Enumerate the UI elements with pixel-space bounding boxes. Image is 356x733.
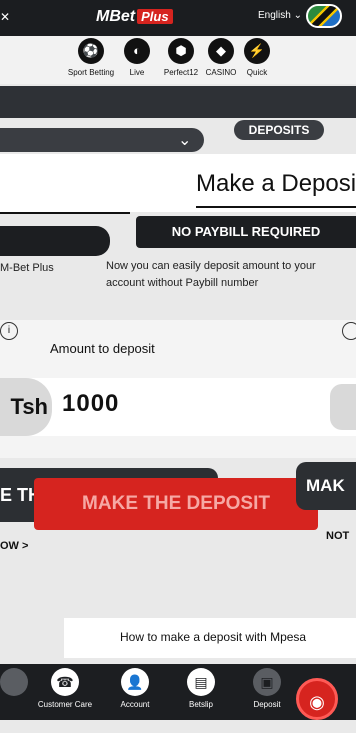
deposit-method-dropdown[interactable] — [0, 128, 204, 152]
info-icon[interactable] — [342, 322, 356, 340]
language-label: English — [258, 10, 291, 21]
bottom-nav-label: Deposit — [253, 700, 281, 709]
section-bar — [0, 86, 356, 118]
bottom-nav-label: Customer Care — [37, 700, 93, 709]
bottom-nav-label: Account — [120, 700, 150, 709]
close-icon[interactable]: ✕ — [0, 10, 14, 24]
no-paybill-banner: NO PAYBILL REQUIRED — [136, 216, 356, 248]
chevron-down-icon[interactable]: ⌄ — [178, 130, 191, 150]
logo-text: MBet — [96, 8, 136, 25]
amount-field[interactable] — [0, 378, 356, 436]
page-title: Make a Deposit — [196, 170, 356, 197]
bottom-nav-betslip[interactable]: ▤ Betslip — [180, 668, 222, 709]
nav-label: Quick — [246, 68, 268, 77]
flag-icon[interactable] — [306, 4, 342, 28]
amount-field-edge — [330, 384, 356, 430]
category-nav: ⚽ Sport Betting ◐ Live ⬢ Perfect12 ◆ CAS… — [0, 36, 356, 84]
ball-icon: ⚽ — [78, 38, 104, 64]
bottom-nav-label: Betslip — [188, 700, 213, 709]
howto-link[interactable]: How to make a deposit with Mpesa — [120, 630, 306, 644]
amount-label: Amount to deposit — [50, 341, 155, 356]
bottom-strip — [0, 720, 356, 733]
ghost-icon — [0, 668, 28, 696]
currency-badge: Tsh — [0, 378, 52, 436]
logo[interactable]: MBet Plus — [96, 8, 173, 32]
user-icon: 👤 — [121, 668, 149, 696]
bottom-nav-ghost — [0, 668, 28, 696]
divider — [196, 206, 356, 208]
deposit-description: Now you can easily deposit amount to you… — [106, 260, 316, 289]
deposit-button-ghost-right[interactable]: MAK — [296, 462, 356, 510]
make-deposit-button[interactable]: MAKE THE DEPOSIT — [34, 478, 318, 530]
divider — [0, 212, 130, 214]
headset-icon: ☎ — [51, 668, 79, 696]
floating-action-button[interactable]: ◉ — [296, 678, 338, 720]
brand-label: M-Bet Plus — [0, 262, 54, 274]
live-icon: ◐ — [124, 38, 150, 64]
deposit-icon: ▣ — [253, 668, 281, 696]
chevron-down-icon: ⌄ — [293, 10, 302, 21]
logo-plus: Plus — [137, 9, 173, 24]
top-bar — [0, 0, 356, 36]
betslip-icon: ▤ — [187, 668, 215, 696]
nav-quick[interactable]: ⚡ Quick — [226, 38, 288, 77]
quick-icon: ⚡ — [244, 38, 270, 64]
deposits-tab[interactable]: DEPOSITS — [234, 120, 324, 140]
amount-input[interactable]: 1000 — [62, 390, 119, 418]
bottom-nav-deposit[interactable]: ▣ Deposit — [246, 668, 288, 709]
info-icon[interactable]: i — [0, 322, 18, 340]
bottom-nav-account[interactable]: 👤 Account — [112, 668, 158, 709]
bottom-nav-customer-care[interactable]: ☎ Customer Care — [30, 668, 100, 709]
language-selector[interactable]: English ⌄ — [258, 10, 302, 21]
ghost-pill — [0, 226, 110, 256]
note-text: NOT — [326, 530, 350, 542]
how-link[interactable]: OW > — [0, 540, 28, 552]
